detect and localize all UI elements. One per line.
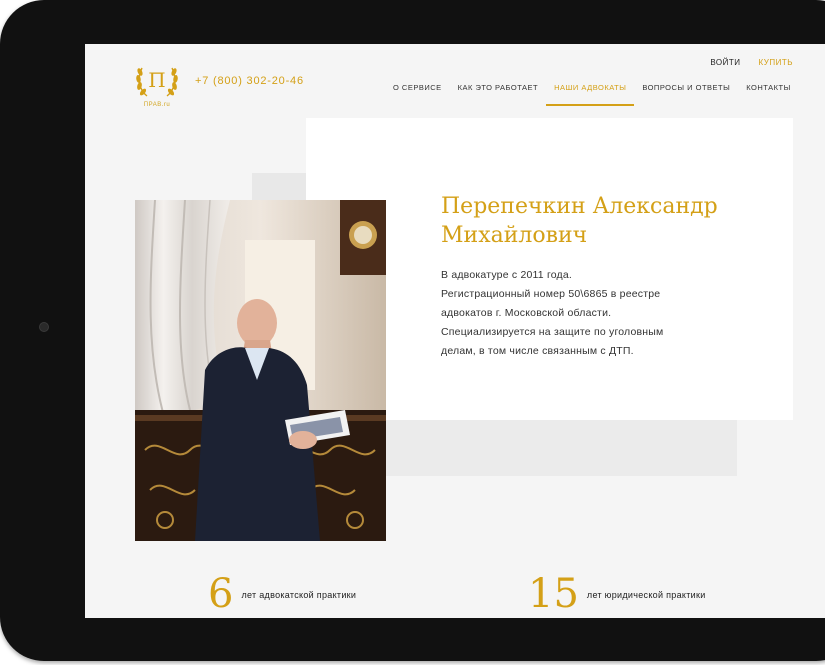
- camera-icon: [39, 322, 49, 332]
- lawyer-photo: [135, 200, 386, 541]
- nav-item-how-it-works[interactable]: КАК ЭТО РАБОТАЕТ: [450, 82, 546, 106]
- buy-link[interactable]: КУПИТЬ: [759, 58, 793, 67]
- nav-item-contacts[interactable]: КОНТАКТЫ: [738, 82, 798, 106]
- stat-legal: 15 лет юридической практики: [528, 574, 706, 614]
- bio-line: Регистрационный номер 50\6865 в реестре: [441, 288, 661, 300]
- bio-line: делам, в том числе связанным с ДТП.: [441, 345, 634, 357]
- login-link[interactable]: ВОЙТИ: [710, 58, 740, 67]
- screen: П ПРАВ.ru +7 (800) 302-20-46 ВОЙТИ КУПИТ…: [85, 44, 825, 618]
- laurel-wreath-icon: П: [136, 67, 178, 97]
- stat-value: 15: [528, 571, 579, 617]
- bio-line: Специализируется на защите по уголовным: [441, 326, 664, 338]
- stat-label: лет адвокатской практики: [241, 590, 357, 600]
- lawyer-bio: В адвокатуре с 2011 года. Регистрационны…: [441, 266, 741, 361]
- nav-item-faq[interactable]: ВОПРОСЫ И ОТВЕТЫ: [634, 82, 738, 106]
- bio-line: В адвокатуре с 2011 года.: [441, 269, 573, 281]
- lawyer-name-line2: Михайлович: [441, 223, 588, 248]
- bio-line: адвокатов г. Московской области.: [441, 307, 612, 319]
- logo-letter: П: [148, 68, 165, 92]
- nav-item-about[interactable]: О СЕРВИСЕ: [385, 82, 450, 106]
- logo-caption: ПРАВ.ru: [143, 102, 171, 108]
- stat-value: 6: [208, 571, 234, 617]
- phone-number[interactable]: +7 (800) 302-20-46: [195, 75, 304, 87]
- lawyer-name-line1: Перепечкин Александр: [441, 194, 718, 219]
- lawyer-name: Перепечкин Александр Михайлович: [441, 192, 781, 250]
- logo[interactable]: П ПРАВ.ru: [133, 56, 181, 108]
- nav-item-our-lawyers[interactable]: НАШИ АДВОКАТЫ: [546, 82, 635, 106]
- stat-advocacy: 6 лет адвокатской практики: [208, 574, 356, 614]
- decor-block-bottom: [375, 420, 737, 476]
- main-nav: О СЕРВИСЕ КАК ЭТО РАБОТАЕТ НАШИ АДВОКАТЫ…: [385, 82, 825, 106]
- stat-label: лет юридической практики: [586, 590, 706, 600]
- auth-links: ВОЙТИ КУПИТЬ: [710, 58, 793, 67]
